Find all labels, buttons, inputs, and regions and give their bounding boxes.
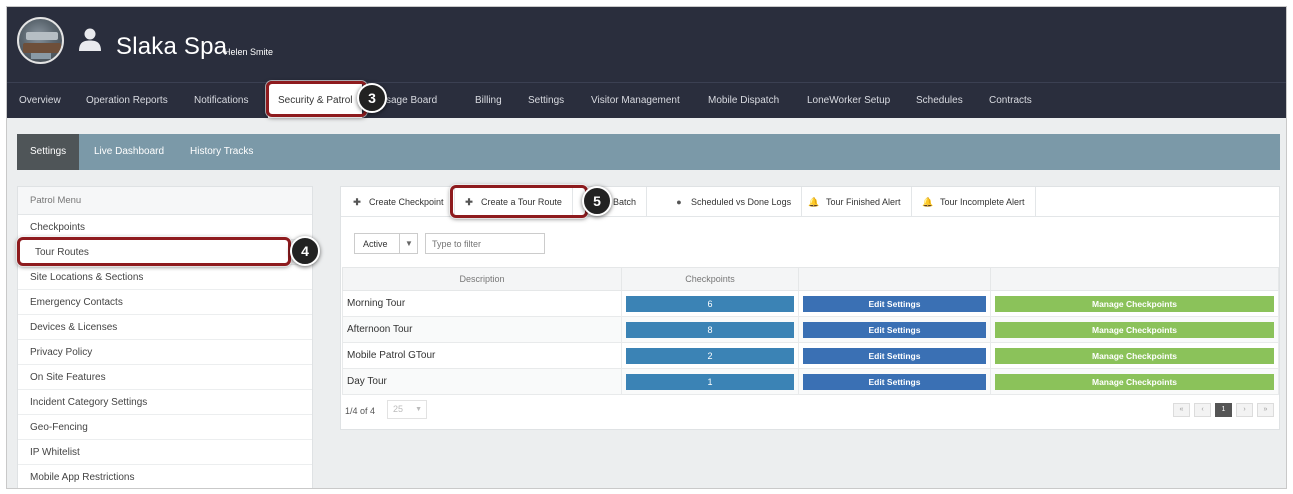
status-value: Active (363, 239, 388, 249)
column-header-manage (990, 267, 1279, 291)
sidebar-item-privacy-policy[interactable]: Privacy Policy (18, 340, 312, 365)
app-header: Slaka Spa Helen Smite (7, 7, 1286, 82)
sidebar-item-incident-category[interactable]: Incident Category Settings (18, 390, 312, 415)
sidebar-item-devices-licenses[interactable]: Devices & Licenses (18, 315, 312, 340)
sidebar-item-on-site-features[interactable]: On Site Features (18, 365, 312, 390)
tour-routes-panel: ✚ Create Checkpoint ✚ Create a Tour Route … (340, 186, 1280, 430)
create-checkpoint-button[interactable]: ✚ Create Checkpoint (341, 187, 455, 217)
column-header-checkpoints[interactable]: Checkpoints (621, 267, 799, 291)
table-row: Day Tour 1 Edit Settings Manage Checkpoi… (342, 368, 1279, 395)
column-header-edit (798, 267, 991, 291)
nav-loneworker-setup[interactable]: LoneWorker Setup (807, 83, 890, 118)
tour-finished-alert-button[interactable]: 🔔 Tour Finished Alert (798, 187, 912, 217)
edit-settings-button[interactable]: Edit Settings (803, 321, 986, 338)
column-header-description[interactable]: Description (342, 267, 622, 291)
pager-last-button[interactable]: » (1257, 403, 1274, 417)
sidebar-item-mobile-app-restrictions[interactable]: Mobile App Restrictions (18, 465, 312, 488)
manage-checkpoints-button[interactable]: Manage Checkpoints (995, 295, 1274, 312)
plus-icon: ✚ (353, 197, 361, 207)
highlight-security-patrol (266, 81, 367, 117)
route-description: Day Tour (342, 368, 622, 395)
nav-overview[interactable]: Overview (19, 83, 61, 118)
highlight-create-tour-route (450, 185, 588, 218)
nav-operation-reports[interactable]: Operation Reports (86, 83, 168, 118)
user-name: Helen Smite (224, 47, 274, 57)
patrol-menu: Patrol Menu Checkpoints Tour Routes Site… (17, 186, 313, 488)
bell-icon: 🔔 (808, 197, 820, 207)
manage-checkpoints-button[interactable]: Manage Checkpoints (995, 347, 1274, 364)
edit-settings-button[interactable]: Edit Settings (803, 373, 986, 390)
nav-settings[interactable]: Settings (528, 83, 564, 118)
route-description: Mobile Patrol GTour (342, 342, 622, 369)
sidebar-item-ip-whitelist[interactable]: IP Whitelist (18, 440, 312, 465)
info-icon: ● (676, 197, 682, 207)
edit-settings-button[interactable]: Edit Settings (803, 347, 986, 364)
pager-first-button[interactable]: « (1173, 403, 1190, 417)
main-nav: Overview Operation Reports Notifications… (7, 82, 1286, 118)
checkpoint-count-badge[interactable]: 8 (626, 321, 794, 338)
nav-visitor-management[interactable]: Visitor Management (591, 83, 680, 118)
page-size-select[interactable]: 25 ▼ (387, 400, 427, 419)
nav-contracts[interactable]: Contracts (989, 83, 1032, 118)
sidebar-item-geo-fencing[interactable]: Geo-Fencing (18, 415, 312, 440)
chevron-down-icon[interactable]: ▼ (399, 234, 418, 253)
subnav-live-dashboard[interactable]: Live Dashboard (94, 134, 164, 170)
nav-message-board[interactable]: ssage Board (381, 83, 437, 118)
checkpoint-count-badge[interactable]: 6 (626, 295, 794, 312)
page-size-value: 25 (393, 404, 404, 414)
step-badge-3: 3 (357, 83, 387, 113)
tour-incomplete-alert-label: Tour Incomplete Alert (940, 197, 1025, 207)
pager-summary: 1/4 of 4 (345, 406, 376, 416)
step-badge-4: 4 (290, 236, 320, 266)
nav-notifications[interactable]: Notifications (194, 83, 248, 118)
tour-finished-alert-label: Tour Finished Alert (826, 197, 901, 207)
company-name: Slaka Spa (116, 33, 228, 60)
table-row: Afternoon Tour 8 Edit Settings Manage Ch… (342, 316, 1279, 343)
table-row: Morning Tour 6 Edit Settings Manage Chec… (342, 290, 1279, 317)
pager-current-page[interactable]: 1 (1215, 403, 1232, 417)
manage-checkpoints-button[interactable]: Manage Checkpoints (995, 321, 1274, 338)
scheduled-vs-done-button[interactable]: ● Scheduled vs Done Logs (663, 187, 803, 217)
pager-prev-button[interactable]: ‹ (1194, 403, 1211, 417)
route-description: Afternoon Tour (342, 316, 622, 343)
nav-mobile-dispatch[interactable]: Mobile Dispatch (708, 83, 779, 118)
edit-settings-button[interactable]: Edit Settings (803, 295, 986, 312)
checkpoint-count-badge[interactable]: 2 (626, 347, 794, 364)
nav-billing[interactable]: Billing (475, 83, 502, 118)
step-badge-5: 5 (582, 186, 612, 216)
patrol-menu-title: Patrol Menu (18, 187, 312, 215)
route-description: Morning Tour (342, 290, 622, 317)
nav-schedules[interactable]: Schedules (916, 83, 963, 118)
app-window: Slaka Spa Helen Smite Overview Operation… (7, 7, 1286, 488)
chevron-down-icon: ▼ (415, 406, 422, 413)
create-checkpoint-label: Create Checkpoint (369, 197, 444, 207)
highlight-tour-routes (17, 237, 291, 266)
table-row: Mobile Patrol GTour 2 Edit Settings Mana… (342, 342, 1279, 369)
user-icon (79, 28, 101, 51)
sub-nav: Settings Live Dashboard History Tracks (17, 134, 1280, 170)
sidebar-item-emergency-contacts[interactable]: Emergency Contacts (18, 290, 312, 315)
company-avatar[interactable] (17, 17, 64, 64)
subnav-history-tracks[interactable]: History Tracks (190, 134, 253, 170)
status-dropdown[interactable]: Active ▼ (354, 233, 418, 254)
tour-routes-table: Description Checkpoints Morning Tour 6 E… (342, 267, 1279, 395)
bell-icon: 🔔 (922, 197, 934, 207)
manage-checkpoints-button[interactable]: Manage Checkpoints (995, 373, 1274, 390)
sidebar-item-site-locations[interactable]: Site Locations & Sections (18, 265, 312, 290)
filter-input[interactable] (425, 233, 545, 254)
subnav-settings[interactable]: Settings (17, 134, 80, 170)
checkpoint-count-badge[interactable]: 1 (626, 373, 794, 390)
pager-next-button[interactable]: › (1236, 403, 1253, 417)
tour-incomplete-alert-button[interactable]: 🔔 Tour Incomplete Alert (912, 187, 1036, 217)
scheduled-vs-done-label: Scheduled vs Done Logs (691, 197, 792, 207)
